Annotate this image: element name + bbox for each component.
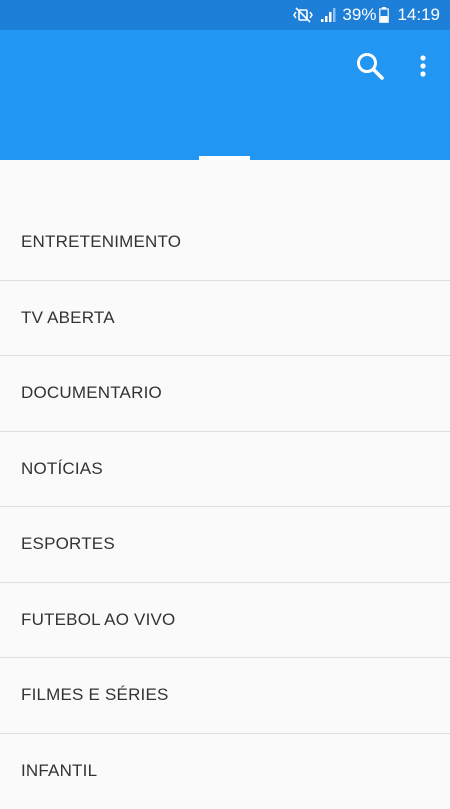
category-label: FILMES E SÉRIES [21, 685, 169, 705]
search-button[interactable] [352, 48, 388, 84]
category-label: NOTÍCIAS [21, 459, 103, 479]
category-item-filmes-e-series[interactable]: FILMES E SÉRIES [0, 658, 450, 734]
category-item-infantil[interactable]: INFANTIL [0, 734, 450, 809]
status-time: 14:19 [397, 5, 440, 25]
battery-icon [379, 7, 389, 23]
category-label: DOCUMENTARIO [21, 383, 162, 403]
search-icon [355, 51, 385, 81]
app-bar [0, 30, 450, 160]
category-item-entretenimento[interactable]: ENTRETENIMENTO [0, 205, 450, 281]
category-item-noticias[interactable]: NOTÍCIAS [0, 432, 450, 508]
category-label: INFANTIL [21, 761, 97, 781]
category-item-esportes[interactable]: ESPORTES [0, 507, 450, 583]
signal-icon [320, 7, 336, 23]
more-vert-icon [419, 54, 427, 78]
category-label: ESPORTES [21, 534, 115, 554]
category-list: ENTRETENIMENTO TV ABERTA DOCUMENTARIO NO… [0, 205, 450, 809]
battery-percent: 39% [342, 5, 376, 25]
tab-indicator [199, 156, 250, 160]
category-label: FUTEBOL AO VIVO [21, 610, 175, 630]
category-item-documentario[interactable]: DOCUMENTARIO [0, 356, 450, 432]
category-label: TV ABERTA [21, 308, 115, 328]
more-options-button[interactable] [405, 48, 441, 84]
category-item-tv-aberta[interactable]: TV ABERTA [0, 281, 450, 357]
status-bar: 39% 14:19 [0, 0, 450, 30]
category-item-futebol-ao-vivo[interactable]: FUTEBOL AO VIVO [0, 583, 450, 659]
mute-vibrate-icon [292, 7, 314, 23]
category-label: ENTRETENIMENTO [21, 232, 181, 252]
